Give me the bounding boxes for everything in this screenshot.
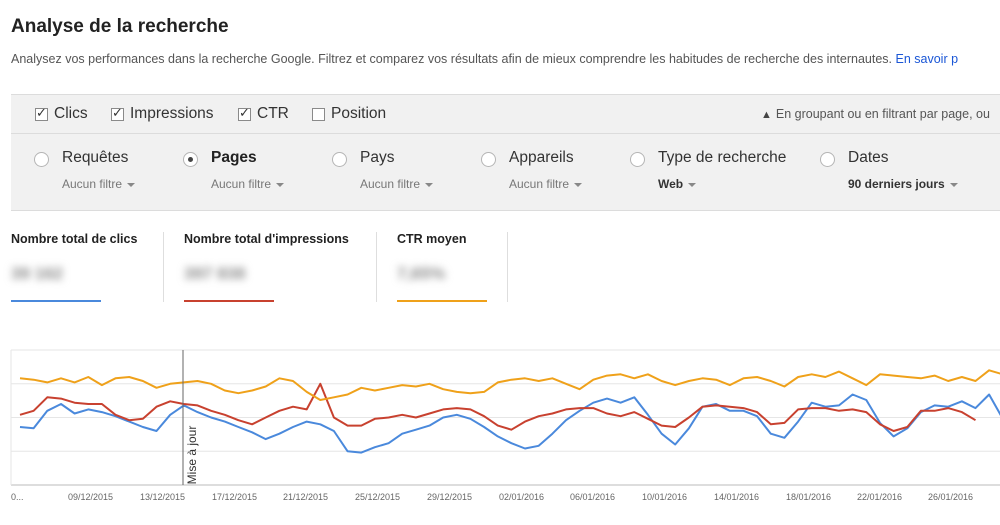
warning-icon: ▲ xyxy=(761,109,772,121)
subtitle-text: Analysez vos performances dans la recher… xyxy=(11,52,893,66)
dates-filter-text: 90 derniers jours xyxy=(848,177,945,191)
x-tick-label: 21/12/2015 xyxy=(283,492,328,502)
x-tick-label: 06/01/2016 xyxy=(570,492,615,502)
x-tick-label: 17/12/2015 xyxy=(212,492,257,502)
impressions-checkbox[interactable]: Impressions xyxy=(111,105,214,123)
ctr-checkbox-box[interactable] xyxy=(238,107,251,121)
total-impressions-value: 397 838 xyxy=(184,264,246,283)
countries-filter-text: Aucun filtre xyxy=(360,177,421,191)
position-checkbox[interactable]: Position xyxy=(312,105,386,123)
devices-filter-text: Aucun filtre xyxy=(509,177,570,191)
x-tick-label: 26/01/2016 xyxy=(928,492,973,502)
learn-more-link[interactable]: En savoir p xyxy=(896,52,959,66)
divider xyxy=(507,232,508,302)
dates-label: Dates xyxy=(848,149,889,166)
pages-filter-dropdown[interactable]: Aucun filtre xyxy=(211,177,285,191)
search-type-radio[interactable] xyxy=(630,152,645,167)
performance-chart[interactable]: Mise à jour 0... 09/12/2015 13/12/2015 17/12… xyxy=(0,345,1000,520)
x-tick-label: 22/01/2016 xyxy=(857,492,902,502)
total-clicks-label: Nombre total de clics xyxy=(11,232,138,246)
filter-panel: Clics Impressions CTR Position ▲En group… xyxy=(11,94,1000,211)
pages-radio[interactable] xyxy=(183,152,198,167)
total-impressions-label: Nombre total d'impressions xyxy=(184,232,349,246)
search-type-filter-text: Web xyxy=(658,177,684,191)
ctr-checkbox[interactable]: CTR xyxy=(238,105,289,123)
x-tick-label: 29/12/2015 xyxy=(427,492,472,502)
x-tick-label: 02/01/2016 xyxy=(499,492,544,502)
total-clicks-card: Nombre total de clics 39 162 xyxy=(11,232,137,302)
divider xyxy=(376,232,377,302)
queries-filter-dropdown[interactable]: Aucun filtre xyxy=(62,177,136,191)
metric-toggle-row: Clics Impressions CTR Position ▲En group… xyxy=(11,95,1000,134)
performance-chart-svg[interactable]: Mise à jour 0... 09/12/2015 13/12/2015 17/12… xyxy=(0,345,1000,520)
countries-label: Pays xyxy=(360,149,395,166)
page-subtitle: Analysez vos performances dans la recher… xyxy=(11,52,1000,66)
position-checkbox-label: Position xyxy=(331,105,387,122)
queries-label: Requêtes xyxy=(62,149,129,166)
chevron-down-icon xyxy=(949,182,958,187)
countries-radio[interactable] xyxy=(332,152,347,167)
devices-label: Appareils xyxy=(509,149,574,166)
chevron-down-icon xyxy=(127,182,136,187)
chevron-down-icon xyxy=(574,182,583,187)
impressions-checkbox-label: Impressions xyxy=(130,105,214,122)
countries-filter-dropdown[interactable]: Aucun filtre xyxy=(360,177,434,191)
pages-filter-text: Aucun filtre xyxy=(211,177,272,191)
chevron-down-icon xyxy=(425,182,434,187)
average-ctr-label: CTR moyen xyxy=(397,232,467,246)
x-tick-label: 18/01/2016 xyxy=(786,492,831,502)
ctr-checkbox-label: CTR xyxy=(257,105,289,122)
average-ctr-card: CTR moyen 7,65% xyxy=(397,232,487,302)
x-tick-label: 09/12/2015 xyxy=(68,492,113,502)
average-ctr-value: 7,65% xyxy=(397,264,446,283)
clicks-checkbox-box[interactable] xyxy=(35,107,48,121)
impressions-legend-line xyxy=(184,300,274,302)
chevron-down-icon xyxy=(276,182,285,187)
dates-radio[interactable] xyxy=(820,152,835,167)
total-clicks-value: 39 162 xyxy=(11,264,63,283)
chevron-down-icon xyxy=(688,182,697,187)
devices-radio[interactable] xyxy=(481,152,496,167)
grouping-notice: ▲ En groupant ou en filtrant par page, ou xyxy=(761,107,990,121)
page-header: Analyse de la recherche Analysez vos per… xyxy=(11,14,1000,66)
impressions-checkbox-box[interactable] xyxy=(111,107,124,121)
clicks-checkbox[interactable]: Clics xyxy=(35,105,88,123)
search-type-label: Type de recherche xyxy=(658,149,787,166)
x-tick-label: 25/12/2015 xyxy=(355,492,400,502)
x-tick-label: 10/01/2016 xyxy=(642,492,687,502)
queries-filter-text: Aucun filtre xyxy=(62,177,123,191)
annotation-label: Mise à jour xyxy=(185,426,199,485)
position-checkbox-box[interactable] xyxy=(312,107,325,121)
total-impressions-card: Nombre total d'impressions 397 838 xyxy=(184,232,349,302)
divider xyxy=(163,232,164,302)
dates-filter-dropdown[interactable]: 90 derniers jours xyxy=(848,177,958,191)
x-tick-label: 14/01/2016 xyxy=(714,492,759,502)
x-tick-label: 13/12/2015 xyxy=(140,492,185,502)
x-tick-label: 0... xyxy=(11,492,24,502)
ctr-legend-line xyxy=(397,300,487,302)
search-type-filter-dropdown[interactable]: Web xyxy=(658,177,697,191)
queries-radio[interactable] xyxy=(34,152,49,167)
clicks-legend-line xyxy=(11,300,101,302)
grouping-notice-text: En groupant ou en filtrant par page, ou xyxy=(775,107,990,121)
devices-filter-dropdown[interactable]: Aucun filtre xyxy=(509,177,583,191)
pages-label: Pages xyxy=(211,149,257,166)
page-title: Analyse de la recherche xyxy=(11,16,229,37)
clicks-checkbox-label: Clics xyxy=(54,105,88,122)
